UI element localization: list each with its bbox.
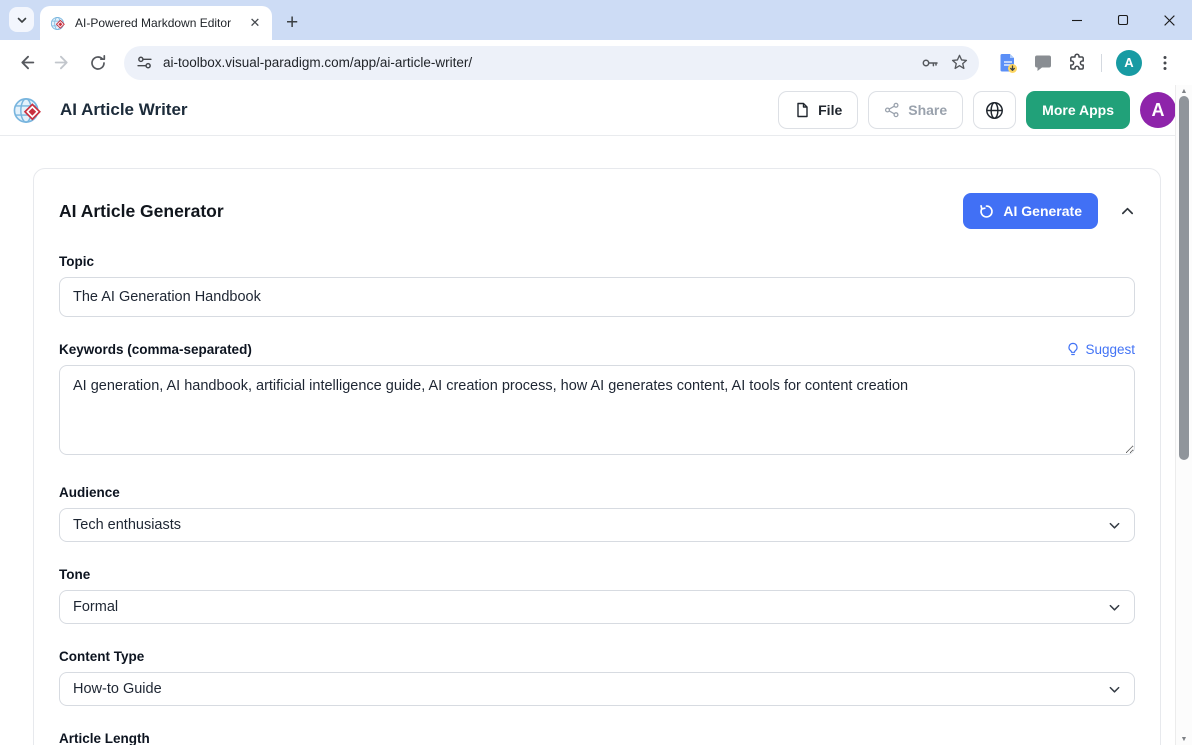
scrollbar-thumb[interactable] bbox=[1179, 96, 1189, 460]
file-button[interactable]: File bbox=[778, 91, 858, 129]
more-apps-button[interactable]: More Apps bbox=[1026, 91, 1130, 129]
docs-extension-icon[interactable] bbox=[997, 52, 1019, 74]
chevron-down-icon bbox=[1108, 601, 1121, 614]
share-button-label: Share bbox=[908, 102, 947, 118]
tab-search-button[interactable] bbox=[9, 7, 34, 32]
page-scrollbar[interactable]: ▲ ▼ bbox=[1175, 85, 1192, 745]
suggest-label: Suggest bbox=[1085, 342, 1135, 357]
toolbar-divider bbox=[1101, 54, 1102, 72]
tone-value: Formal bbox=[73, 599, 118, 615]
audience-label: Audience bbox=[59, 485, 1135, 500]
card-title: AI Article Generator bbox=[59, 201, 224, 222]
lightbulb-icon bbox=[1066, 342, 1080, 357]
url-text[interactable]: ai-toolbox.visual-paradigm.com/app/ai-ar… bbox=[163, 55, 910, 70]
topic-label: Topic bbox=[59, 254, 1135, 269]
tone-label: Tone bbox=[59, 567, 1135, 582]
chevron-down-icon bbox=[1108, 519, 1121, 532]
kebab-menu-icon[interactable] bbox=[1156, 54, 1174, 72]
file-button-label: File bbox=[818, 102, 842, 118]
article-generator-card: AI Article Generator AI Generate Topic K… bbox=[33, 168, 1161, 745]
audience-select[interactable]: Tech enthusiasts bbox=[59, 508, 1135, 542]
language-button[interactable] bbox=[973, 91, 1016, 129]
close-window-button[interactable] bbox=[1146, 0, 1192, 40]
url-bar[interactable]: ai-toolbox.visual-paradigm.com/app/ai-ar… bbox=[124, 46, 979, 80]
app-header: AI Article Writer File Share More Apps A bbox=[0, 85, 1192, 136]
audience-value: Tech enthusiasts bbox=[73, 517, 181, 533]
password-key-icon[interactable] bbox=[920, 53, 940, 73]
vp-logo-icon bbox=[13, 95, 44, 126]
back-icon[interactable] bbox=[10, 47, 42, 79]
tone-select[interactable]: Formal bbox=[59, 590, 1135, 624]
app-avatar[interactable]: A bbox=[1140, 92, 1176, 128]
ai-generate-icon bbox=[979, 204, 994, 219]
share-button[interactable]: Share bbox=[868, 91, 963, 129]
chevron-down-icon bbox=[1108, 683, 1121, 696]
bookmark-star-icon[interactable] bbox=[950, 53, 969, 72]
browser-titlebar: AI-Powered Markdown Editor ✕ + bbox=[0, 0, 1192, 40]
new-tab-button[interactable]: + bbox=[286, 16, 298, 30]
content-type-value: How-to Guide bbox=[73, 681, 162, 697]
topic-input[interactable] bbox=[59, 277, 1135, 317]
scroll-down-icon[interactable]: ▼ bbox=[1176, 733, 1192, 745]
browser-profile-avatar[interactable]: A bbox=[1116, 50, 1142, 76]
tab-close-icon[interactable]: ✕ bbox=[246, 14, 264, 32]
browser-tab-active[interactable]: AI-Powered Markdown Editor ✕ bbox=[40, 6, 272, 40]
page-content: AI Article Generator AI Generate Topic K… bbox=[0, 168, 1192, 745]
keywords-textarea[interactable]: AI generation, AI handbook, artificial i… bbox=[59, 365, 1135, 455]
reload-icon[interactable] bbox=[82, 47, 114, 79]
suggest-link[interactable]: Suggest bbox=[1066, 342, 1135, 357]
browser-toolbar: ai-toolbox.visual-paradigm.com/app/ai-ar… bbox=[0, 40, 1192, 85]
tab-title: AI-Powered Markdown Editor bbox=[75, 16, 238, 30]
feedback-bubble-icon[interactable] bbox=[1033, 53, 1053, 73]
site-settings-icon[interactable] bbox=[136, 54, 153, 71]
share-nodes-icon bbox=[884, 102, 900, 118]
content-type-select[interactable]: How-to Guide bbox=[59, 672, 1135, 706]
maximize-button[interactable] bbox=[1100, 0, 1146, 40]
ai-generate-label: AI Generate bbox=[1003, 203, 1082, 219]
ai-generate-button[interactable]: AI Generate bbox=[963, 193, 1098, 229]
globe-icon bbox=[985, 101, 1004, 120]
content-type-label: Content Type bbox=[59, 649, 1135, 664]
collapse-chevron-up-icon[interactable] bbox=[1120, 204, 1135, 219]
chevron-down-icon bbox=[16, 14, 28, 26]
file-document-icon bbox=[794, 102, 810, 118]
favicon-icon bbox=[50, 15, 67, 32]
article-length-label: Article Length bbox=[59, 731, 1135, 745]
extensions-puzzle-icon[interactable] bbox=[1067, 53, 1087, 73]
minimize-button[interactable] bbox=[1054, 0, 1100, 40]
app-title: AI Article Writer bbox=[60, 100, 188, 120]
forward-icon[interactable] bbox=[46, 47, 78, 79]
keywords-label: Keywords (comma-separated) bbox=[59, 342, 252, 357]
